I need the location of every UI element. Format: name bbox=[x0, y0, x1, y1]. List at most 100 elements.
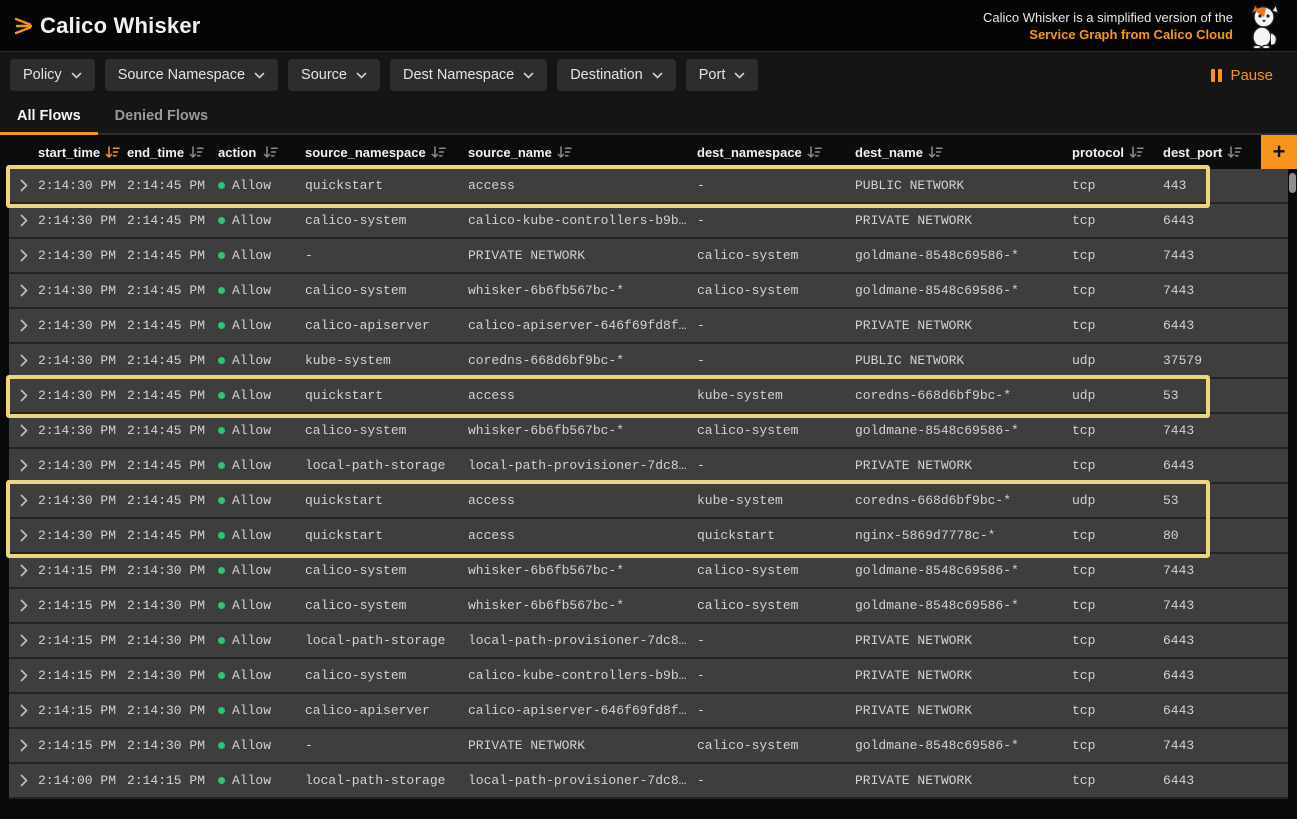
service-graph-link[interactable]: Service Graph from Calico Cloud bbox=[983, 26, 1233, 43]
table-row[interactable]: 2:14:30 PM 2:14:45 PM Allow kube-system … bbox=[9, 344, 1288, 379]
column-header-end-time[interactable]: end_time bbox=[127, 145, 218, 160]
cell-source-namespace: - bbox=[305, 738, 468, 753]
cell-start-time: 2:14:30 PM bbox=[38, 353, 127, 368]
cell-dest-port: 6443 bbox=[1163, 773, 1279, 788]
cell-dest-port: 6443 bbox=[1163, 668, 1279, 683]
expand-chevron-icon[interactable] bbox=[20, 494, 28, 507]
cell-action: Allow bbox=[218, 773, 305, 788]
allow-status-dot bbox=[218, 392, 225, 399]
column-header-protocol[interactable]: protocol bbox=[1072, 145, 1163, 160]
cell-dest-namespace: - bbox=[697, 703, 855, 718]
cell-source-name: local-path-provisioner-7dc8… bbox=[468, 458, 697, 473]
cell-dest-name: PRIVATE NETWORK bbox=[855, 703, 1072, 718]
cell-source-name: access bbox=[468, 178, 697, 193]
table-row[interactable]: 2:14:15 PM 2:14:30 PM Allow calico-syste… bbox=[9, 554, 1288, 589]
chevron-down-icon bbox=[523, 72, 534, 79]
expand-chevron-icon[interactable] bbox=[20, 249, 28, 262]
expand-chevron-icon[interactable] bbox=[20, 599, 28, 612]
table-row[interactable]: 2:14:15 PM 2:14:30 PM Allow - PRIVATE NE… bbox=[9, 729, 1288, 764]
app-logo: Calico Whisker bbox=[12, 12, 201, 40]
expand-chevron-icon[interactable] bbox=[20, 424, 28, 437]
cell-action: Allow bbox=[218, 318, 305, 333]
cell-end-time: 2:14:30 PM bbox=[127, 598, 218, 613]
filter-dest-namespace-dropdown[interactable]: Dest Namespace bbox=[390, 59, 547, 91]
expand-chevron-icon[interactable] bbox=[20, 354, 28, 367]
cell-source-namespace: - bbox=[305, 248, 468, 263]
vertical-scrollbar-thumb[interactable] bbox=[1289, 173, 1296, 193]
pause-button[interactable]: Pause bbox=[1211, 67, 1273, 84]
table-row[interactable]: 2:14:30 PM 2:14:45 PM Allow quickstart a… bbox=[9, 484, 1288, 519]
filter-policy-dropdown[interactable]: Policy bbox=[10, 59, 95, 91]
table-row[interactable]: 2:14:15 PM 2:14:30 PM Allow calico-apise… bbox=[9, 694, 1288, 729]
cell-start-time: 2:14:15 PM bbox=[38, 703, 127, 718]
tab-all-flows[interactable]: All Flows bbox=[0, 98, 98, 133]
table-row[interactable]: 2:14:30 PM 2:14:45 PM Allow local-path-s… bbox=[9, 449, 1288, 484]
cell-dest-name: goldmane-8548c69586-* bbox=[855, 738, 1072, 753]
add-column-button[interactable]: + bbox=[1261, 135, 1297, 169]
table-row[interactable]: 2:14:00 PM 2:14:15 PM Allow local-path-s… bbox=[9, 764, 1288, 799]
table-row[interactable]: 2:14:15 PM 2:14:30 PM Allow calico-syste… bbox=[9, 589, 1288, 624]
expand-chevron-icon[interactable] bbox=[20, 459, 28, 472]
column-header-start-time[interactable]: start_time bbox=[38, 145, 127, 160]
cell-source-namespace: calico-apiserver bbox=[305, 703, 468, 718]
allow-status-dot bbox=[218, 287, 225, 294]
column-header-action[interactable]: action bbox=[218, 145, 305, 160]
cell-start-time: 2:14:15 PM bbox=[38, 738, 127, 753]
filter-destination-dropdown[interactable]: Destination bbox=[557, 59, 676, 91]
cell-source-name: local-path-provisioner-7dc8… bbox=[468, 633, 697, 648]
filter-port-dropdown[interactable]: Port bbox=[686, 59, 759, 91]
expand-chevron-icon[interactable] bbox=[20, 774, 28, 787]
cell-dest-port: 53 bbox=[1163, 493, 1279, 508]
allow-status-dot bbox=[218, 707, 225, 714]
table-row[interactable]: 2:14:30 PM 2:14:45 PM Allow quickstart a… bbox=[9, 169, 1288, 204]
expand-chevron-icon[interactable] bbox=[20, 739, 28, 752]
expand-chevron-icon[interactable] bbox=[20, 214, 28, 227]
table-row[interactable]: 2:14:30 PM 2:14:45 PM Allow quickstart a… bbox=[9, 379, 1288, 414]
column-header-dest-name[interactable]: dest_name bbox=[855, 145, 1072, 160]
cell-dest-name: goldmane-8548c69586-* bbox=[855, 248, 1072, 263]
expand-chevron-icon[interactable] bbox=[20, 634, 28, 647]
expand-chevron-icon[interactable] bbox=[20, 564, 28, 577]
table-row[interactable]: 2:14:30 PM 2:14:45 PM Allow calico-syste… bbox=[9, 414, 1288, 449]
cell-dest-port: 6443 bbox=[1163, 213, 1279, 228]
table-row[interactable]: 2:14:30 PM 2:14:45 PM Allow quickstart a… bbox=[9, 519, 1288, 554]
column-header-source-namespace[interactable]: source_namespace bbox=[305, 145, 468, 160]
cell-protocol: tcp bbox=[1072, 738, 1163, 753]
cell-source-name: calico-apiserver-646f69fd8f… bbox=[468, 703, 697, 718]
filter-source-namespace-dropdown[interactable]: Source Namespace bbox=[105, 59, 278, 91]
table-row[interactable]: 2:14:30 PM 2:14:45 PM Allow calico-apise… bbox=[9, 309, 1288, 344]
cell-end-time: 2:14:45 PM bbox=[127, 458, 218, 473]
filter-source-dropdown[interactable]: Source bbox=[288, 59, 380, 91]
cell-dest-name: PRIVATE NETWORK bbox=[855, 213, 1072, 228]
cell-dest-namespace: - bbox=[697, 633, 855, 648]
table-row[interactable]: 2:14:30 PM 2:14:45 PM Allow - PRIVATE NE… bbox=[9, 239, 1288, 274]
expand-chevron-icon[interactable] bbox=[20, 284, 28, 297]
tab-denied-flows[interactable]: Denied Flows bbox=[98, 98, 225, 133]
table-row[interactable]: 2:14:15 PM 2:14:30 PM Allow local-path-s… bbox=[9, 624, 1288, 659]
chevron-down-icon bbox=[71, 72, 82, 79]
table-row[interactable]: 2:14:15 PM 2:14:30 PM Allow calico-syste… bbox=[9, 659, 1288, 694]
cell-dest-name: PUBLIC NETWORK bbox=[855, 178, 1072, 193]
cell-dest-namespace: calico-system bbox=[697, 423, 855, 438]
cell-end-time: 2:14:30 PM bbox=[127, 668, 218, 683]
expand-chevron-icon[interactable] bbox=[20, 529, 28, 542]
cell-dest-namespace: quickstart bbox=[697, 528, 855, 543]
cell-source-namespace: quickstart bbox=[305, 178, 468, 193]
allow-status-dot bbox=[218, 217, 225, 224]
app-title: Calico Whisker bbox=[40, 13, 201, 39]
expand-chevron-icon[interactable] bbox=[20, 389, 28, 402]
expand-chevron-icon[interactable] bbox=[20, 669, 28, 682]
cell-dest-name: nginx-5869d7778c-* bbox=[855, 528, 1072, 543]
column-header-source-name[interactable]: source_name bbox=[468, 145, 697, 160]
expand-chevron-icon[interactable] bbox=[20, 319, 28, 332]
column-header-dest-namespace[interactable]: dest_namespace bbox=[697, 145, 855, 160]
expand-chevron-icon[interactable] bbox=[20, 704, 28, 717]
sort-icon bbox=[431, 146, 446, 159]
table-row[interactable]: 2:14:30 PM 2:14:45 PM Allow calico-syste… bbox=[9, 274, 1288, 309]
cell-dest-name: PRIVATE NETWORK bbox=[855, 668, 1072, 683]
cell-protocol: tcp bbox=[1072, 178, 1163, 193]
cell-source-name: local-path-provisioner-7dc8… bbox=[468, 773, 697, 788]
expand-chevron-icon[interactable] bbox=[20, 179, 28, 192]
cell-end-time: 2:14:30 PM bbox=[127, 738, 218, 753]
table-row[interactable]: 2:14:30 PM 2:14:45 PM Allow calico-syste… bbox=[9, 204, 1288, 239]
